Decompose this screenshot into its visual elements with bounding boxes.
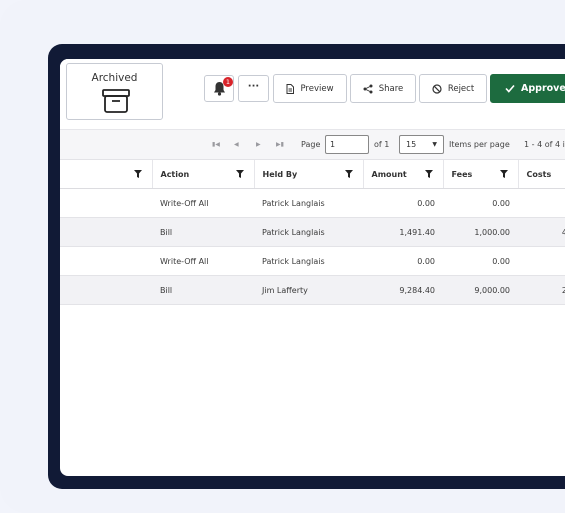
preview-button[interactable]: Preview — [273, 74, 347, 103]
costs-cell: 49 — [518, 217, 565, 247]
reject-button[interactable]: Reject — [419, 74, 487, 103]
column-header-label: Costs — [526, 169, 552, 179]
toolbar: Archived 1 ··· Preview Share Reject Appr… — [60, 59, 565, 129]
table-header-row: Action Held By Amount Fees Costs — [60, 160, 565, 189]
pagination-bar: ▮◀ ◀ ▶ ▶▮ Page 1 of 1 15 ▼ Items per pag… — [60, 129, 565, 160]
column-header-fees[interactable]: Fees — [443, 160, 519, 189]
last-page-icon[interactable]: ▶▮ — [276, 141, 284, 148]
held-by-cell: Patrick Langlais — [254, 246, 363, 276]
filter-icon[interactable] — [133, 170, 142, 178]
fees-cell: 1,000.00 — [443, 217, 518, 247]
next-page-icon[interactable]: ▶ — [256, 141, 261, 148]
approve-button[interactable]: Approve — [490, 74, 565, 103]
row-select-cell[interactable] — [60, 217, 152, 247]
row-select-cell[interactable] — [60, 275, 152, 305]
block-icon — [432, 83, 442, 94]
items-per-page-label: Items per page — [449, 140, 510, 149]
table-row[interactable]: Bill Patrick Langlais 1,491.40 1,000.00 … — [60, 217, 565, 247]
column-header-held-by[interactable]: Held By — [254, 160, 364, 189]
column-header-label: Amount — [371, 169, 407, 179]
held-by-cell: Jim Lafferty — [254, 275, 363, 305]
amount-cell: 0.00 — [363, 246, 443, 276]
held-by-cell: Patrick Langlais — [254, 217, 363, 247]
document-icon — [286, 83, 295, 94]
share-button[interactable]: Share — [350, 74, 416, 103]
table-row[interactable]: Write-Off All Patrick Langlais 0.00 0.00… — [60, 188, 565, 218]
fees-cell: 9,000.00 — [443, 275, 518, 305]
more-options-button[interactable]: ··· — [238, 75, 269, 102]
filter-icon[interactable] — [235, 170, 244, 178]
share-label: Share — [378, 83, 404, 94]
row-select-cell[interactable] — [60, 246, 152, 276]
reject-label: Reject — [447, 83, 475, 94]
action-cell: Bill — [152, 217, 254, 247]
column-header-select[interactable] — [60, 160, 153, 189]
archived-button[interactable]: Archived — [66, 63, 163, 120]
amount-cell: 1,491.40 — [363, 217, 443, 247]
page-label: Page — [301, 140, 321, 149]
costs-cell: 0 — [518, 246, 565, 276]
notification-badge: 1 — [223, 77, 233, 87]
first-page-icon[interactable]: ▮◀ — [212, 141, 220, 148]
filter-icon[interactable] — [499, 170, 508, 178]
column-header-label: Fees — [451, 169, 473, 179]
table-row[interactable]: Write-Off All Patrick Langlais 0.00 0.00… — [60, 246, 565, 276]
column-header-label: Held By — [262, 169, 298, 179]
row-select-cell[interactable] — [60, 188, 152, 218]
filter-icon[interactable] — [424, 170, 433, 178]
table-row[interactable]: Bill Jim Lafferty 9,284.40 9,000.00 28 — [60, 275, 565, 305]
fees-cell: 0.00 — [443, 188, 518, 218]
items-per-page-select[interactable]: 15 ▼ — [399, 135, 444, 154]
column-header-amount[interactable]: Amount — [363, 160, 444, 189]
preview-label: Preview — [300, 83, 334, 94]
costs-cell: 0 — [518, 188, 565, 218]
column-header-costs[interactable]: Costs — [518, 160, 565, 189]
notifications-button[interactable]: 1 — [204, 75, 234, 102]
approve-label: Approve — [521, 83, 565, 94]
fees-cell: 0.00 — [443, 246, 518, 276]
range-label: 1 - 4 of 4 i — [524, 140, 565, 149]
share-icon — [363, 84, 373, 93]
prev-page-icon[interactable]: ◀ — [234, 141, 239, 148]
archived-label: Archived — [91, 72, 138, 84]
check-icon — [505, 84, 515, 93]
action-cell: Bill — [152, 275, 254, 305]
action-cell: Write-Off All — [152, 246, 254, 276]
page-number-input[interactable]: 1 — [325, 135, 369, 154]
items-per-page-value: 15 — [406, 140, 417, 149]
amount-cell: 9,284.40 — [363, 275, 443, 305]
held-by-cell: Patrick Langlais — [254, 188, 363, 218]
caret-down-icon: ▼ — [432, 141, 437, 148]
amount-cell: 0.00 — [363, 188, 443, 218]
filter-icon[interactable] — [344, 170, 353, 178]
app-screen: Archived 1 ··· Preview Share Reject Appr… — [60, 59, 565, 476]
column-header-label: Action — [160, 169, 190, 179]
archive-icon — [102, 89, 130, 113]
page-count-label: of 1 — [374, 140, 390, 149]
column-header-action[interactable]: Action — [152, 160, 255, 189]
data-table: Action Held By Amount Fees Costs Write-O… — [60, 160, 565, 305]
action-cell: Write-Off All — [152, 188, 254, 218]
costs-cell: 28 — [518, 275, 565, 305]
